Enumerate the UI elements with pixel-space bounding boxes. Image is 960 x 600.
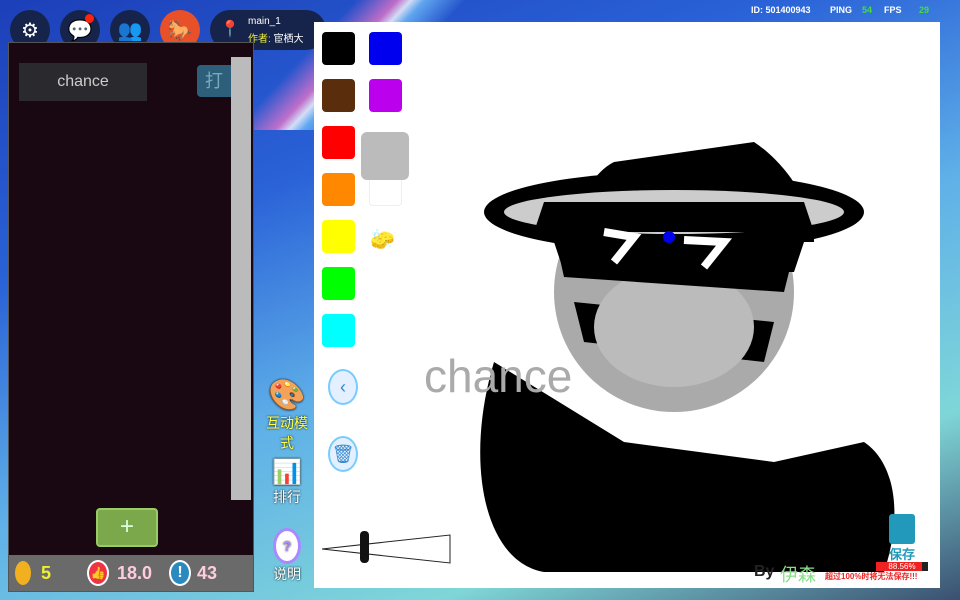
- author-name: 宦栖大: [273, 34, 304, 45]
- eraser-icon[interactable]: 🧽: [370, 227, 395, 252]
- trash-icon: 🗑: [331, 444, 355, 464]
- color-swatch[interactable]: [322, 173, 355, 206]
- palette-icon: 🎨: [268, 379, 306, 412]
- map-name: main_1: [248, 16, 281, 27]
- chevron-left-icon: ‹: [340, 377, 346, 397]
- interactive-mode-button[interactable]: 🎨 互动模式: [262, 378, 312, 453]
- storage-warning: 超过100%时将无法保存!!!: [825, 572, 918, 581]
- ping-label: PING: [830, 5, 853, 15]
- save-label: 保存: [888, 547, 915, 562]
- color-swatch[interactable]: [322, 220, 355, 253]
- artist-name: 伊森: [780, 565, 816, 585]
- undo-button[interactable]: ‹: [328, 369, 358, 405]
- save-button[interactable]: 保存: [884, 514, 920, 563]
- fps-value: 29: [919, 5, 930, 15]
- question-icon: ?: [273, 528, 301, 564]
- horse-icon: 🐎: [167, 19, 193, 42]
- alert-icon: !: [169, 560, 191, 586]
- color-swatch[interactable]: [322, 314, 355, 347]
- ping-value: 54: [862, 5, 873, 15]
- clear-button[interactable]: 🗑: [328, 436, 358, 472]
- users-icon: 👥: [117, 19, 143, 42]
- name-input[interactable]: chance: [19, 63, 147, 101]
- list-panel: chance 打 + 5 👍 18.0 ! 43: [8, 42, 254, 592]
- coin-count: 5: [41, 562, 52, 583]
- ranking-button[interactable]: 📊 排行: [262, 458, 312, 507]
- by-label: By: [754, 563, 775, 580]
- color-swatch[interactable]: [322, 32, 355, 65]
- help-button[interactable]: ? 说明: [262, 528, 312, 584]
- add-button[interactable]: +: [96, 508, 158, 547]
- fps-label: FPS: [884, 5, 902, 15]
- color-swatch[interactable]: [369, 32, 402, 65]
- thumbs-up-icon: 👍: [87, 560, 109, 586]
- report-count: 43: [197, 562, 218, 583]
- notification-badge: [85, 14, 94, 23]
- bar-chart-icon: 📊: [272, 459, 302, 486]
- floppy-disk-icon: [889, 514, 915, 544]
- coin-icon: [15, 561, 31, 585]
- color-swatch[interactable]: [322, 267, 355, 300]
- slider-handle[interactable]: [360, 531, 369, 563]
- scrollbar[interactable]: [231, 57, 251, 500]
- storage-usage-text: 88.56%: [888, 562, 916, 571]
- drawing-canvas[interactable]: 🧽 ‹ 🗑 chance By 伊森 保存 88.56% 超过100%时将无法保…: [314, 22, 940, 588]
- ranking-label: 排行: [273, 489, 301, 505]
- color-swatch[interactable]: [322, 126, 355, 159]
- interactive-mode-label: 互动模式: [266, 415, 308, 451]
- gear-icon: ⚙: [21, 19, 39, 42]
- storage-usage-bar: 88.56%: [876, 562, 928, 571]
- user-id: ID: 501400943: [751, 5, 811, 15]
- like-count: 18.0: [117, 562, 153, 583]
- help-label: 说明: [273, 566, 301, 582]
- artwork: chance: [424, 142, 895, 572]
- map-pin-icon: 📍: [220, 21, 240, 38]
- svg-text:chance: chance: [424, 350, 572, 402]
- color-swatch[interactable]: [322, 79, 355, 112]
- color-swatch[interactable]: [369, 79, 402, 112]
- stats-bar: 5 👍 18.0 ! 43: [9, 555, 253, 591]
- current-color-preview: [361, 132, 409, 180]
